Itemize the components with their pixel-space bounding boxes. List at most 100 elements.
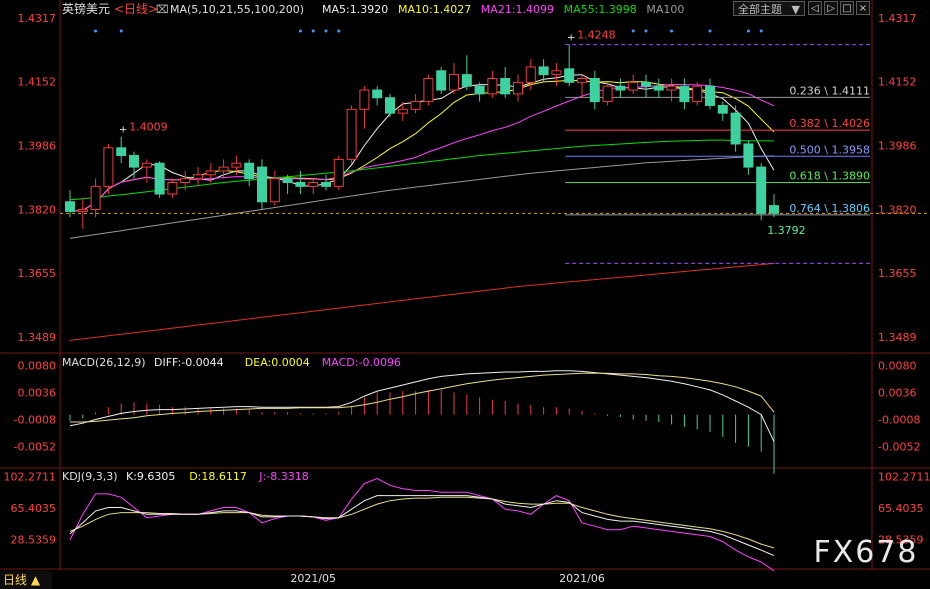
candle-body xyxy=(500,77,511,95)
chart-canvas: 英镑美元 <日线>⌧ MA(5,10,21,55,100,200) MA5:1.392… xyxy=(0,0,930,585)
candle-body xyxy=(282,178,293,183)
ma-line-ma200 xyxy=(69,262,775,341)
symbol-label: 英镑美元 xyxy=(62,1,110,16)
fib-level-label: 0.500 \ 1.3958 xyxy=(789,143,870,156)
indicator-icon: ⌧ xyxy=(156,3,169,16)
maximize-button[interactable]: □ xyxy=(840,1,854,15)
ma-value-label: MA55:1.3998 xyxy=(564,3,637,16)
period-selector-label: 日线 xyxy=(3,573,28,587)
annotation-marker: + xyxy=(119,125,127,136)
macd-diff-line xyxy=(69,370,775,442)
candle-body xyxy=(397,108,408,114)
price-axis-tick-left: 1.3489 xyxy=(18,331,57,344)
candle-body xyxy=(205,170,216,176)
chevron-down-icon: ▼ xyxy=(791,3,800,16)
candle-body xyxy=(269,178,280,203)
triangle-up-icon: ▲ xyxy=(30,573,41,587)
period-label: <日线> xyxy=(114,2,158,16)
candle-body xyxy=(180,178,191,183)
candle-body xyxy=(410,101,421,110)
macd-legend-item: MACD:-0.0096 xyxy=(322,356,401,369)
macd-axis-tick-left: 0.0036 xyxy=(18,386,57,399)
macd-legend-item: DEA:0.0004 xyxy=(245,356,310,369)
candle-body xyxy=(705,85,715,106)
watermark-text: FX678 xyxy=(813,535,918,570)
candle-body xyxy=(141,162,152,168)
price-annotation: 1.4248 xyxy=(577,29,616,42)
next-button[interactable]: ▷ xyxy=(824,1,838,15)
candle-body xyxy=(372,89,383,99)
candle-body xyxy=(653,85,664,91)
candle-body xyxy=(525,66,536,83)
signal-dot xyxy=(94,29,98,33)
candle-body xyxy=(436,70,447,91)
kdj-legend-item: K:9.6305 xyxy=(126,470,175,483)
candle-body xyxy=(116,147,127,157)
macd-axis-tick-left: -0.0008 xyxy=(14,414,56,427)
signal-dot xyxy=(644,29,648,33)
candle-body xyxy=(333,158,344,187)
macd-axis-tick-left: 0.0080 xyxy=(18,359,57,372)
candle-body xyxy=(474,85,485,95)
date-axis-label: 2021/06 xyxy=(559,572,605,585)
price-axis-tick-right: 1.3820 xyxy=(878,203,917,216)
close-button[interactable]: × xyxy=(856,1,870,15)
macd-axis-tick-right: -0.0052 xyxy=(878,441,920,454)
price-axis-tick-right: 1.3489 xyxy=(878,331,917,344)
ma-line-ma100 xyxy=(69,155,775,239)
annotation-marker: + xyxy=(567,33,575,44)
candle-body xyxy=(65,201,75,212)
candle-body xyxy=(628,81,639,91)
kdj-axis-tick-right: 65.4035 xyxy=(878,502,924,515)
fib-level-label: 0.618 \ 1.3890 xyxy=(789,169,870,182)
candle-body xyxy=(641,81,651,87)
signal-dot xyxy=(670,29,674,33)
candle-body xyxy=(193,174,203,180)
macd-axis-tick-left: -0.0052 xyxy=(14,441,56,454)
candle-body xyxy=(461,74,472,87)
signal-dot xyxy=(746,29,750,33)
signal-dot xyxy=(311,29,315,33)
price-axis-tick-left: 1.4317 xyxy=(18,12,57,25)
kdj-legend-item: D:18.6117 xyxy=(189,470,247,483)
period-selector-button[interactable]: 日线 ▲ xyxy=(0,571,52,589)
signal-dot xyxy=(631,29,635,33)
macd-legend-item: DIFF:-0.0044 xyxy=(154,356,224,369)
candle-body xyxy=(538,66,549,76)
theme-select-button[interactable]: 全部主题 ▼ xyxy=(733,1,805,16)
candle-body xyxy=(385,97,395,114)
candle-body xyxy=(103,147,114,187)
candle-body xyxy=(308,181,319,187)
candle-body xyxy=(167,181,178,195)
macd-axis-tick-right: 0.0036 xyxy=(878,386,917,399)
kdj-axis-tick-right: 102.2711 xyxy=(878,471,930,484)
prev-button[interactable]: ◁ xyxy=(808,1,822,15)
signal-dot xyxy=(324,29,328,33)
price-axis-tick-right: 1.3655 xyxy=(878,267,917,280)
kdj-k-line xyxy=(69,495,775,557)
ma-params-label: MA(5,10,21,55,100,200) xyxy=(170,3,304,16)
candle-body xyxy=(487,77,498,95)
candle-body xyxy=(346,108,357,160)
signal-dot xyxy=(298,29,302,33)
kdj-title: KDJ(9,3,3) xyxy=(62,470,118,483)
candle-body xyxy=(692,85,703,103)
candle-body xyxy=(743,143,754,168)
candle-body xyxy=(423,77,434,103)
price-axis-tick-left: 1.4152 xyxy=(18,76,57,89)
candle-body xyxy=(359,89,370,110)
candle-body xyxy=(589,77,600,103)
kdj-j-line xyxy=(69,477,775,572)
candle-body xyxy=(717,104,728,114)
candle-body xyxy=(679,85,690,103)
price-axis-tick-right: 1.4152 xyxy=(878,76,917,89)
fib-level-label: 0.382 \ 1.4026 xyxy=(789,117,870,130)
price-axis-tick-right: 1.4317 xyxy=(878,12,917,25)
date-axis-label: 2021/05 xyxy=(290,572,336,585)
candle-body xyxy=(769,205,779,214)
signal-dot xyxy=(708,29,712,33)
signal-dot xyxy=(119,29,123,33)
kdj-axis-tick-left: 102.2711 xyxy=(4,471,57,484)
price-annotation: 1.3792 xyxy=(767,224,806,237)
candle-body xyxy=(564,68,575,83)
